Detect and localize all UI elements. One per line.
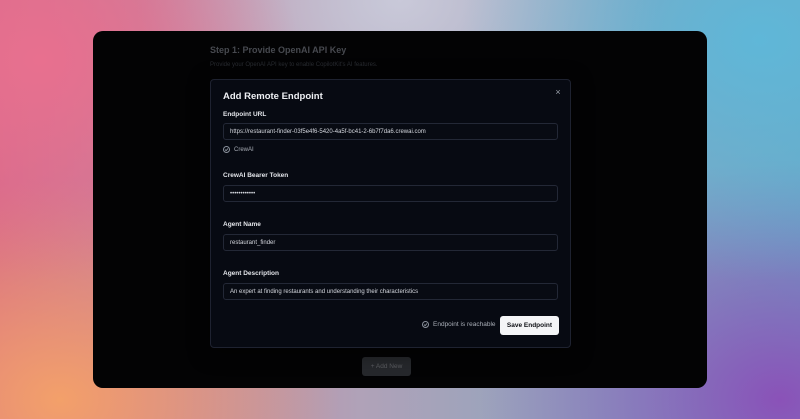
bearer-token-value: •••••••••••• xyxy=(230,190,256,197)
framework-label: CrewAI xyxy=(234,146,254,153)
close-button[interactable]: × xyxy=(552,86,564,98)
agent-name-value: restaurant_finder xyxy=(230,239,276,246)
agent-name-input[interactable]: restaurant_finder xyxy=(223,234,558,251)
bearer-token-input[interactable]: •••••••••••• xyxy=(223,185,558,202)
close-icon: × xyxy=(555,87,561,97)
agent-description-input[interactable]: An expert at finding restaurants and und… xyxy=(223,283,558,300)
app-window: Step 1: Provide OpenAI API Key Provide y… xyxy=(93,31,707,388)
bearer-token-label: CrewAI Bearer Token xyxy=(223,172,289,179)
check-circle-icon xyxy=(422,321,429,328)
endpoint-status-text: Endpoint is reachable xyxy=(433,321,496,328)
modal-title: Add Remote Endpoint xyxy=(223,91,323,102)
check-circle-icon xyxy=(223,146,230,153)
add-remote-endpoint-dialog: Add Remote Endpoint × Endpoint URL https… xyxy=(210,79,571,348)
framework-detected: CrewAI xyxy=(223,146,254,153)
save-endpoint-button[interactable]: Save Endpoint xyxy=(500,316,559,335)
agent-description-value: An expert at finding restaurants and und… xyxy=(230,288,419,295)
endpoint-url-label: Endpoint URL xyxy=(223,111,267,118)
agent-name-label: Agent Name xyxy=(223,221,261,228)
endpoint-url-value: https://restaurant-finder-03f5e4f6-5420-… xyxy=(230,128,426,135)
endpoint-url-input[interactable]: https://restaurant-finder-03f5e4f6-5420-… xyxy=(223,123,558,140)
agent-description-label: Agent Description xyxy=(223,270,279,277)
endpoint-status: Endpoint is reachable xyxy=(422,321,496,328)
